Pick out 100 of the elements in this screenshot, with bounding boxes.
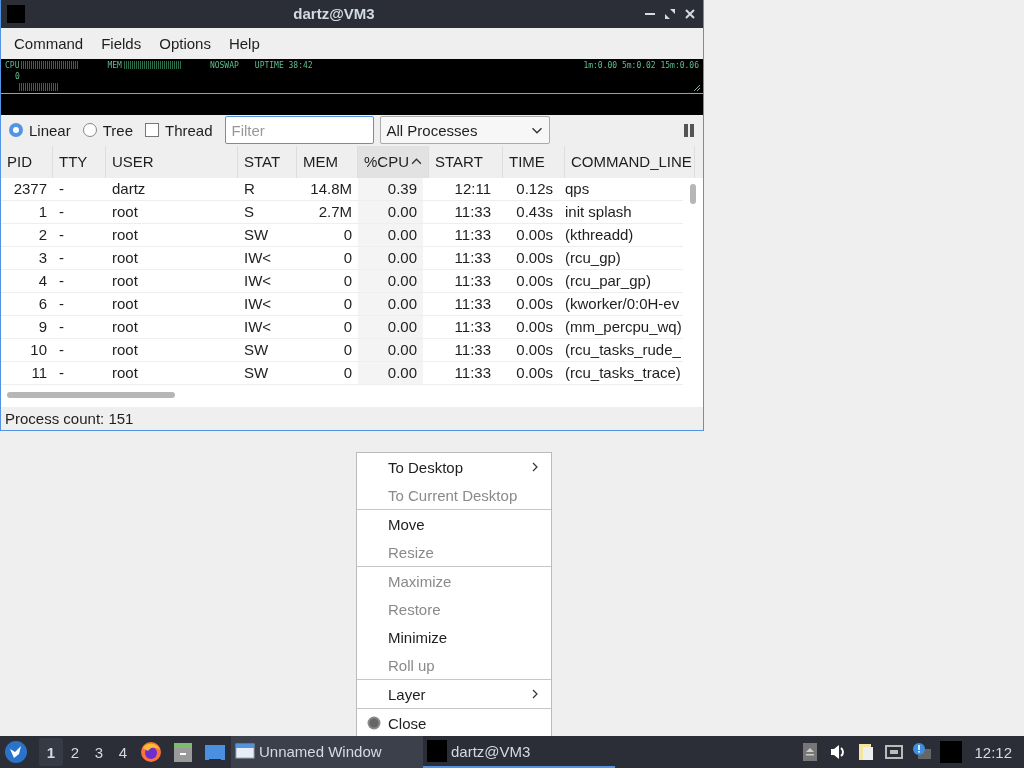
terminal-icon xyxy=(427,740,447,762)
menu-item[interactable]: Move xyxy=(357,510,551,538)
menu-item[interactable]: Options xyxy=(150,34,220,52)
table-cell: 11:33 xyxy=(454,203,491,221)
table-cell: 0.00 xyxy=(387,226,417,244)
swap-label: NOSWAP xyxy=(209,60,239,70)
table-cell: 0.00 xyxy=(387,341,417,359)
table-cell: 11:33 xyxy=(454,272,491,290)
radio-button[interactable] xyxy=(9,123,23,138)
column-header[interactable]: TTY xyxy=(53,145,106,178)
chevron-right-icon xyxy=(531,462,539,472)
column-header[interactable]: %CPU xyxy=(358,145,429,178)
table-cell: 0.00 xyxy=(387,295,417,313)
table-cell: 0.00 xyxy=(387,364,417,382)
menu-item[interactable]: To Desktop xyxy=(357,453,551,481)
status-text: Process count: 151 xyxy=(5,410,134,427)
sort-up-icon xyxy=(411,157,422,167)
column-header[interactable]: COMMAND_LINE xyxy=(565,145,695,178)
table-cell: (mm_percpu_wq) xyxy=(565,318,682,336)
table-cell: root xyxy=(112,272,138,290)
start-menu-icon[interactable] xyxy=(4,740,28,764)
table-cell: (kthreadd) xyxy=(565,226,634,244)
chevron-right-icon xyxy=(531,689,539,699)
table-cell: - xyxy=(59,295,64,313)
table-cell: root xyxy=(112,364,138,382)
table-cell: - xyxy=(59,272,64,290)
table-cell: IW< xyxy=(244,318,272,336)
menu-item[interactable]: Fields xyxy=(92,34,151,52)
table-cell: 11:33 xyxy=(454,341,491,359)
notification-icon[interactable] xyxy=(912,742,933,762)
radio-label: Linear xyxy=(29,121,71,139)
table-cell: qps xyxy=(565,180,590,198)
taskbar-button[interactable]: dartz@VM3 xyxy=(423,736,615,768)
column-header[interactable]: TIME xyxy=(503,145,565,178)
browser-icon[interactable] xyxy=(140,741,162,763)
table-cell: 0.00s xyxy=(516,295,553,313)
column-header[interactable]: STAT xyxy=(238,145,297,178)
table-cell: 11 xyxy=(31,364,47,382)
table-cell: 0.00s xyxy=(516,318,553,336)
load-average: 1m:0.00 5m:0.02 15m:0.06 xyxy=(583,60,699,70)
file-cabinet-icon[interactable] xyxy=(172,741,194,763)
workspace-button[interactable]: 4 xyxy=(111,738,135,766)
table-cell: root xyxy=(112,249,138,267)
table-cell: 0 xyxy=(343,341,352,359)
menu-item[interactable]: Layer xyxy=(357,680,551,708)
workspace-button[interactable]: 2 xyxy=(63,738,87,766)
mem-meter xyxy=(123,61,182,70)
table-cell: 1 xyxy=(38,203,47,221)
horizontal-scrollbar[interactable] xyxy=(7,391,175,398)
table-cell: init splash xyxy=(565,203,632,221)
window-title: dartz@VM3 xyxy=(292,5,376,23)
table-cell: (kworker/0:0H-ev xyxy=(565,295,680,313)
table-cell: (rcu_tasks_rude_ xyxy=(565,341,681,359)
table-cell: IW< xyxy=(244,272,272,290)
table-cell: 0.00 xyxy=(387,249,417,267)
table-cell: 0.00s xyxy=(516,226,553,244)
table-cell: 2377 xyxy=(13,180,47,198)
filter-field[interactable]: Filter xyxy=(224,116,374,145)
table-cell: (rcu_tasks_trace) xyxy=(565,364,681,382)
pause-icon[interactable] xyxy=(683,123,695,137)
column-header[interactable]: USER xyxy=(106,145,238,178)
menu-item[interactable]: Help xyxy=(219,34,269,52)
table-cell: - xyxy=(59,364,64,382)
table-cell: 3 xyxy=(38,249,47,267)
table-cell: dartz xyxy=(112,180,146,198)
taskbar-button[interactable]: Unnamed Window xyxy=(231,736,423,768)
process-dropdown[interactable]: All Processes xyxy=(379,116,550,145)
menu-item[interactable]: Command xyxy=(5,34,93,52)
table-cell: 0.00s xyxy=(516,272,553,290)
vertical-scrollbar[interactable] xyxy=(690,183,696,204)
table-cell: 0.00s xyxy=(516,249,553,267)
table-cell: - xyxy=(59,318,64,336)
table-cell: - xyxy=(59,249,64,267)
table-cell: SW xyxy=(244,341,269,359)
workspace-button[interactable]: 1 xyxy=(39,738,63,766)
app-icon xyxy=(7,4,25,23)
table-cell: 11:33 xyxy=(454,364,491,382)
resize-grip-icon[interactable] xyxy=(694,84,700,91)
maximize-icon[interactable] xyxy=(663,6,677,21)
table-cell: IW< xyxy=(244,249,272,267)
table-cell: - xyxy=(59,180,64,198)
radio-button[interactable] xyxy=(82,123,97,138)
network-icon[interactable] xyxy=(884,742,905,762)
table-cell: 0 xyxy=(343,364,352,382)
menu-item[interactable]: Minimize xyxy=(357,623,551,651)
workspace-button[interactable]: 3 xyxy=(87,738,111,766)
column-header[interactable]: START xyxy=(429,145,503,178)
menu-item[interactable]: Close xyxy=(357,709,551,737)
table-cell: 9 xyxy=(38,318,47,336)
table-cell: SW xyxy=(244,364,269,382)
table-cell: IW< xyxy=(244,295,272,313)
checkbox[interactable] xyxy=(145,123,159,138)
column-header[interactable]: PID xyxy=(1,145,53,178)
cpu-meter xyxy=(21,61,80,70)
table-cell: 11:33 xyxy=(454,226,491,244)
window-icon xyxy=(235,741,255,761)
table-cell: - xyxy=(59,341,64,359)
table-cell: 0.12s xyxy=(516,180,553,198)
checkbox-label: Thread xyxy=(165,121,213,139)
cpu-meter xyxy=(19,83,59,92)
